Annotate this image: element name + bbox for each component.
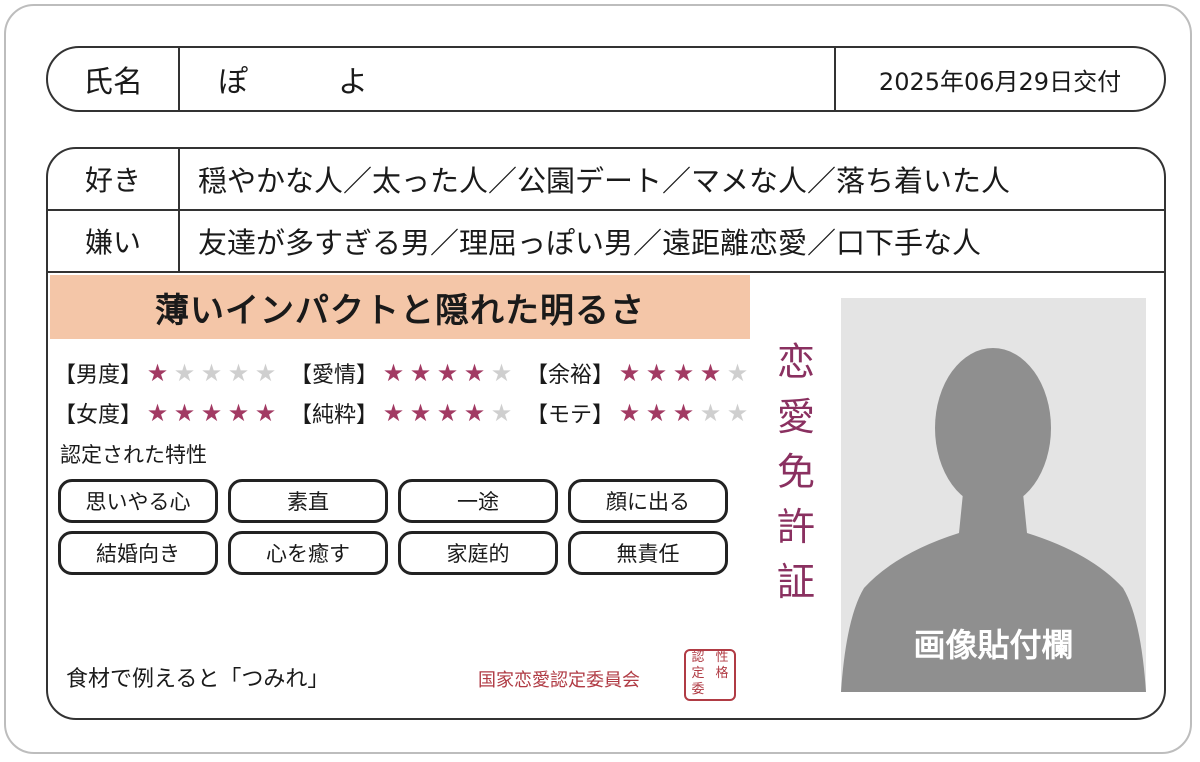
rating: 【純粋】 ★ ★ ★ ★ ★ — [290, 397, 526, 429]
star-icon: ★ — [146, 399, 169, 427]
rating: 【愛情】 ★ ★ ★ ★ ★ — [290, 357, 526, 389]
star-icon: ★ — [645, 399, 668, 427]
rating-stars: ★ ★ ★ ★ ★ — [380, 361, 515, 385]
vertical-title-char: 愛 — [776, 395, 815, 439]
committee-name: 国家恋愛認定委員会 — [478, 670, 640, 691]
star-icon: ★ — [699, 359, 722, 387]
vertical-title: 恋 愛 免 許 証 — [768, 335, 824, 610]
rating: 【女度】 ★ ★ ★ ★ ★ — [54, 397, 290, 429]
likes-row: 好き 穏やかな人／太った人／公園デート／マメな人／落ち着いた人 — [48, 149, 1164, 211]
star-icon: ★ — [382, 359, 405, 387]
ratings-line-1: 【男度】 ★ ★ ★ ★ ★ 【愛情】 ★ ★ ★ ★ ★ 【余裕】 ★ ★ ★ ★ ★ — [54, 353, 764, 393]
rating: 【モテ】 ★ ★ ★ ★ ★ — [526, 397, 762, 429]
photo-label: 画像貼付欄 — [913, 626, 1074, 664]
rating: 【男度】 ★ ★ ★ ★ ★ — [54, 357, 290, 389]
likes-value: 穏やかな人／太った人／公園デート／マメな人／落ち着いた人 — [198, 164, 1011, 198]
star-icon: ★ — [672, 399, 695, 427]
seal-char: 定 — [691, 666, 705, 681]
rating-label: 【男度】 — [54, 363, 143, 388]
star-icon: ★ — [618, 399, 641, 427]
rating-label: 【愛情】 — [290, 363, 379, 388]
seal-char: 格 — [715, 666, 729, 681]
star-icon: ★ — [699, 399, 722, 427]
vertical-title-char: 証 — [776, 560, 815, 604]
star-icon: ★ — [726, 359, 749, 387]
seal-char: 委 — [691, 682, 705, 697]
seal-char: 性 — [715, 650, 729, 665]
trait-badge: 思いやる心 — [58, 479, 218, 523]
headline: 薄いインパクトと隠れた明るさ — [50, 275, 750, 339]
star-icon: ★ — [227, 359, 250, 387]
trait-badge: 一途 — [398, 479, 558, 523]
star-icon: ★ — [409, 359, 432, 387]
trait-badge: 無責任 — [568, 531, 728, 575]
rating-label: 【余裕】 — [526, 363, 615, 388]
seal-stamp: 認 性 定 格 委 — [684, 649, 736, 701]
trait-badge: 結婚向き — [58, 531, 218, 575]
vertical-title-char: 恋 — [776, 340, 815, 384]
dislikes-value: 友達が多すぎる男／理屈っぽい男／遠距離恋愛／口下手な人 — [198, 226, 982, 260]
star-icon: ★ — [200, 399, 223, 427]
rating-stars: ★ ★ ★ ★ ★ — [144, 401, 279, 425]
trait-badge: 顔に出る — [568, 479, 728, 523]
star-icon: ★ — [672, 359, 695, 387]
ratings: 【男度】 ★ ★ ★ ★ ★ 【愛情】 ★ ★ ★ ★ ★ 【余裕】 ★ ★ ★ ★ ★ 【女度】 ★ ★… — [54, 353, 764, 433]
trait-badge: 家庭的 — [398, 531, 558, 575]
rating-stars: ★ ★ ★ ★ ★ — [616, 401, 751, 425]
name-row: 氏名 ぽ よ 2025年06月29日交付 — [46, 46, 1166, 112]
trait-badge: 素直 — [228, 479, 388, 523]
star-icon: ★ — [490, 359, 513, 387]
star-icon: ★ — [146, 359, 169, 387]
star-icon: ★ — [436, 359, 459, 387]
star-icon: ★ — [200, 359, 223, 387]
rating-label: 【モテ】 — [526, 403, 615, 428]
rating: 【余裕】 ★ ★ ★ ★ ★ — [526, 357, 762, 389]
star-icon: ★ — [726, 399, 749, 427]
star-icon: ★ — [254, 399, 277, 427]
star-icon: ★ — [227, 399, 250, 427]
dislikes-label: 嫌い — [48, 211, 180, 271]
traits-grid: 思いやる心 素直 一途 顔に出る 結婚向き 心を癒す 家庭的 無責任 — [58, 479, 738, 575]
vertical-title-char: 免 — [776, 450, 815, 494]
trait-badge: 心を癒す — [228, 531, 388, 575]
rating-label: 【女度】 — [54, 403, 143, 428]
rating-stars: ★ ★ ★ ★ ★ — [144, 361, 279, 385]
rating-stars: ★ ★ ★ ★ ★ — [616, 361, 751, 385]
seal-char — [710, 683, 734, 699]
star-icon: ★ — [173, 359, 196, 387]
vertical-title-char: 許 — [776, 505, 815, 549]
traits-title: 認定された特性 — [60, 443, 207, 467]
issue-date: 2025年06月29日交付 — [834, 48, 1164, 110]
star-icon: ★ — [645, 359, 668, 387]
ratings-line-2: 【女度】 ★ ★ ★ ★ ★ 【純粋】 ★ ★ ★ ★ ★ 【モテ】 ★ ★ ★ ★ ★ — [54, 393, 764, 433]
star-icon: ★ — [436, 399, 459, 427]
star-icon: ★ — [173, 399, 196, 427]
likes-label: 好き — [48, 149, 180, 209]
dislikes-row: 嫌い 友達が多すぎる男／理屈っぽい男／遠距離恋愛／口下手な人 — [48, 211, 1164, 273]
star-icon: ★ — [409, 399, 432, 427]
seal-char: 認 — [691, 650, 705, 665]
rating-label: 【純粋】 — [290, 403, 379, 428]
name-value: ぽ よ — [218, 65, 368, 100]
star-icon: ★ — [382, 399, 405, 427]
star-icon: ★ — [463, 359, 486, 387]
photo-placeholder: 画像貼付欄 — [841, 298, 1146, 692]
main-panel: 好き 穏やかな人／太った人／公園デート／マメな人／落ち着いた人 嫌い 友達が多す… — [46, 147, 1166, 720]
star-icon: ★ — [490, 399, 513, 427]
rating-stars: ★ ★ ★ ★ ★ — [380, 401, 515, 425]
star-icon: ★ — [618, 359, 641, 387]
name-label: 氏名 — [48, 48, 180, 110]
license-card: 氏名 ぽ よ 2025年06月29日交付 好き 穏やかな人／太った人／公園デート… — [4, 4, 1192, 754]
star-icon: ★ — [254, 359, 277, 387]
food-comparison: 食材で例えると「つみれ」 — [66, 667, 330, 692]
star-icon: ★ — [463, 399, 486, 427]
